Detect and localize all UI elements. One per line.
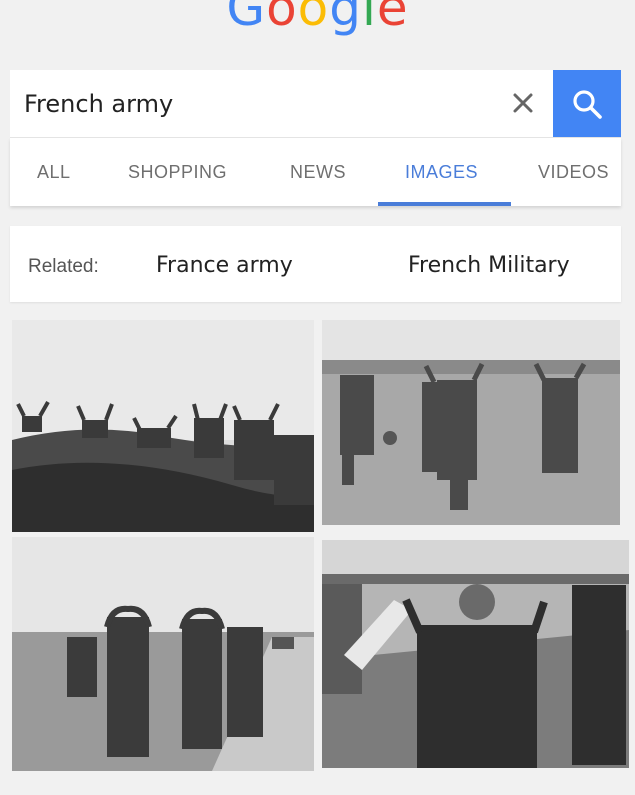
photo-surrendering-hillside: [12, 320, 314, 532]
close-icon: [513, 93, 533, 113]
active-tab-indicator: [378, 202, 511, 206]
google-logo: Google: [0, 0, 635, 38]
search-button[interactable]: [553, 70, 621, 137]
search-icon: [573, 89, 602, 119]
google-logo-letters: Google: [226, 0, 408, 38]
image-result-4[interactable]: [322, 540, 629, 768]
clear-search-button[interactable]: [507, 82, 539, 124]
logo-letter: g: [329, 0, 362, 37]
tab-shopping[interactable]: SHOPPING: [128, 162, 227, 183]
tab-news[interactable]: NEWS: [290, 162, 346, 183]
logo-letter: o: [297, 0, 330, 37]
photo-hands-on-heads: [12, 537, 314, 771]
photo-white-flag-road: [322, 540, 629, 768]
image-result-1[interactable]: [12, 320, 314, 532]
related-chip-france-army[interactable]: France army: [156, 253, 293, 278]
logo-letter: G: [226, 0, 267, 37]
image-result-2[interactable]: [322, 320, 620, 525]
tab-videos[interactable]: VIDEOS: [538, 162, 609, 183]
tab-images[interactable]: IMAGES: [405, 162, 478, 183]
photo-field-hands-raised: [322, 320, 620, 525]
related-searches: Related: France army French Military: [10, 226, 621, 302]
image-result-3[interactable]: [12, 537, 314, 771]
logo-letter: e: [376, 0, 409, 37]
search-tabs: ALL SHOPPING NEWS IMAGES VIDEOS: [10, 138, 621, 206]
related-label: Related:: [28, 256, 99, 277]
logo-letter: l: [362, 0, 377, 37]
related-chip-french-military[interactable]: French Military: [408, 253, 570, 278]
search-input[interactable]: French army: [24, 90, 173, 118]
tab-all[interactable]: ALL: [37, 162, 71, 183]
logo-letter: o: [266, 0, 298, 37]
search-bar: French army: [10, 70, 621, 138]
